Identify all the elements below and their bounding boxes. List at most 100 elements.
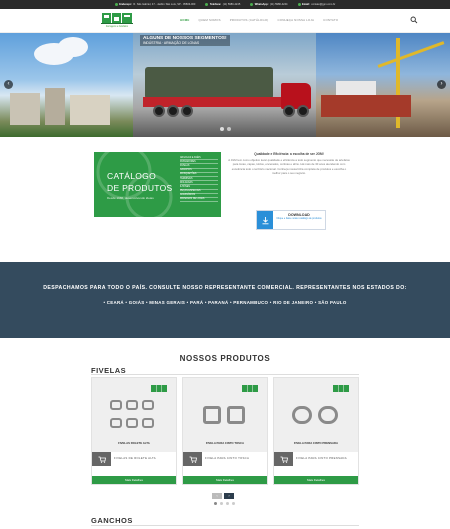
phone-info[interactable]: Telefone: (11) 5980-4245 bbox=[205, 3, 240, 6]
wheel bbox=[153, 105, 165, 117]
building-shape bbox=[70, 95, 110, 125]
phone-icon bbox=[205, 3, 209, 6]
product-name-secondary: FIVELA PARA CINTO TOSCA bbox=[205, 456, 250, 460]
email-label: Email: bbox=[302, 3, 310, 6]
nav-quem-somos[interactable]: QUEM SOMOS bbox=[198, 18, 220, 22]
address-label: Endereço: bbox=[119, 3, 132, 6]
whatsapp-icon bbox=[250, 3, 254, 6]
products-section-title: NOSSOS PRODUTOS bbox=[179, 354, 271, 363]
product-name: FIVELA PARA CINTO TOSCA bbox=[205, 441, 245, 445]
logo-mark bbox=[242, 385, 258, 392]
nav-contato[interactable]: CONTATO bbox=[323, 18, 338, 22]
address-info: Endereço: R. São Gabriel, 47 - Jardim Sã… bbox=[114, 3, 196, 6]
whatsapp-text[interactable]: (11) 5980-4244 bbox=[270, 3, 288, 6]
buckle-shape bbox=[227, 406, 245, 424]
address-text: R. São Gabriel, 47 - Jardim São Luís, SP… bbox=[133, 3, 196, 6]
cloud-shape bbox=[58, 37, 88, 57]
whatsapp-info[interactable]: WhatsApp: (11) 5980-4244 bbox=[250, 3, 288, 6]
top-info-bar: Endereço: R. São Gabriel, 47 - Jardim Sã… bbox=[0, 0, 450, 9]
download-catalog-button[interactable]: DOWNLOAD Clique e baixe nosso catálogo d… bbox=[256, 210, 326, 230]
catalog-title: CATÁLOGO DE PRODUTOS bbox=[107, 170, 173, 194]
slide-image-truck bbox=[133, 33, 316, 137]
divider bbox=[91, 525, 359, 526]
catalog-title-line1: CATÁLOGO bbox=[107, 171, 157, 181]
quality-title: Qualidade e Eficiência: a escolha de ser… bbox=[254, 152, 324, 156]
carousel-dot[interactable] bbox=[232, 502, 235, 505]
shipping-band: DESPACHAMOS PARA TODO O PAÍS. CONSULTE N… bbox=[0, 262, 450, 338]
nav-loja[interactable]: CONHEÇA NOSSA LOJA bbox=[277, 18, 314, 22]
shipping-headline: DESPACHAMOS PARA TODO O PAÍS. CONSULTE N… bbox=[43, 285, 407, 291]
buckle-shape bbox=[110, 418, 122, 428]
carousel-dots bbox=[214, 502, 235, 505]
carousel-pager: ‹ › bbox=[212, 493, 234, 499]
building-shape bbox=[45, 88, 65, 125]
email-info[interactable]: Email: contato@jgm.com.br bbox=[297, 3, 335, 6]
slider-dot[interactable] bbox=[227, 127, 231, 131]
buckle-shape bbox=[318, 406, 338, 424]
more-details-button[interactable]: Mais Detalhes bbox=[92, 476, 176, 484]
quality-section: Qualidade e Eficiência: a escolha de ser… bbox=[228, 152, 350, 175]
location-icon bbox=[114, 3, 118, 6]
slider-prev-button[interactable]: ‹ bbox=[4, 80, 13, 89]
ship-deck bbox=[336, 81, 376, 95]
quality-paragraph: A JGM tem como objetivo levar qualidade … bbox=[228, 158, 350, 175]
catalog-title-line2: DE PRODUTOS bbox=[107, 183, 173, 193]
download-text: DOWNLOAD Clique e baixe nosso catálogo d… bbox=[273, 211, 325, 229]
slider-dots bbox=[220, 127, 231, 131]
wheel bbox=[181, 105, 193, 117]
carousel-prev-button[interactable]: ‹ bbox=[212, 493, 222, 499]
phone-text[interactable]: (11) 5980-4245 bbox=[223, 3, 241, 6]
product-name-secondary: FIVELAS DE ROLETE ALTA bbox=[114, 456, 156, 460]
product-card[interactable]: FIVELA PARA CINTO PRENSADA FIVELA PARA C… bbox=[273, 377, 359, 485]
buckle-shape bbox=[142, 418, 154, 428]
cart-icon[interactable] bbox=[92, 452, 111, 466]
buckle-shape bbox=[110, 400, 122, 410]
buckle-shape bbox=[126, 418, 138, 428]
carousel-dot[interactable] bbox=[214, 502, 217, 505]
slider-next-button[interactable]: › bbox=[437, 80, 446, 89]
catalog-list: ARGOLAS E ANÉIS PASSADORES FIVELAS GANCH… bbox=[180, 156, 218, 203]
logo-mark bbox=[151, 385, 167, 392]
site-header: Ferragens e Artefatos HOME QUEM SOMOS PR… bbox=[0, 9, 450, 33]
more-details-button[interactable]: Mais Detalhes bbox=[183, 476, 267, 484]
product-card[interactable]: FIVELA PARA CINTO TOSCA FIVELA PARA CINT… bbox=[182, 377, 268, 485]
whatsapp-label: WhatsApp: bbox=[254, 3, 269, 6]
truck-bed bbox=[143, 97, 293, 107]
email-icon bbox=[297, 3, 301, 6]
wheel bbox=[297, 105, 309, 117]
site-logo[interactable]: Ferragens e Artefatos bbox=[99, 11, 135, 31]
search-icon[interactable] bbox=[410, 16, 418, 24]
catalog-banner[interactable]: CATÁLOGO DE PRODUTOS Desde 1986, desenvo… bbox=[94, 152, 221, 217]
carousel-next-button[interactable]: › bbox=[224, 493, 234, 499]
hero-slider: ALGUNS DE NOSSOS SEGMENTOS! INDÚSTRIA · … bbox=[0, 33, 450, 137]
phone-label: Telefone: bbox=[209, 3, 222, 6]
catalog-since: Desde 1986, desenvolvendo ideias bbox=[107, 196, 154, 200]
carousel-dot[interactable] bbox=[220, 502, 223, 505]
cart-icon[interactable] bbox=[274, 452, 293, 466]
buckle-shape bbox=[203, 406, 221, 424]
product-card[interactable]: FIVELAS ROLETE ALTA FIVELAS DE ROLETE AL… bbox=[91, 377, 177, 485]
page: Endereço: R. São Gabriel, 47 - Jardim Sã… bbox=[0, 0, 450, 529]
more-details-button[interactable]: Mais Detalhes bbox=[274, 476, 358, 484]
slider-dot[interactable] bbox=[220, 127, 224, 131]
crane bbox=[377, 41, 445, 68]
logo-mark bbox=[101, 13, 133, 24]
category-title-ganchos: GANCHOS bbox=[91, 516, 133, 525]
truck-cargo bbox=[145, 67, 273, 99]
ship-hull bbox=[321, 95, 411, 117]
catalog-list-item[interactable]: MATERIAIS DE LONAS bbox=[180, 198, 218, 203]
buckle-shape bbox=[292, 406, 312, 424]
product-name: FIVELA PARA CINTO PRENSADA bbox=[293, 441, 339, 445]
nav-produtos[interactable]: PRODUTOS (CATÁLOGO) bbox=[230, 18, 269, 22]
logo-tagline: Ferragens e Artefatos bbox=[105, 26, 129, 28]
download-icon bbox=[257, 211, 273, 229]
buckle-shape bbox=[142, 400, 154, 410]
cart-icon[interactable] bbox=[183, 452, 202, 466]
carousel-dot[interactable] bbox=[226, 502, 229, 505]
download-subtitle: Clique e baixe nosso catálogo de produto… bbox=[276, 217, 322, 220]
email-text[interactable]: contato@jgm.com.br bbox=[311, 3, 335, 6]
buckle-shape bbox=[126, 400, 138, 410]
slide-image-factory bbox=[0, 33, 133, 137]
nav-home[interactable]: HOME bbox=[180, 18, 189, 22]
wheel bbox=[283, 105, 295, 117]
